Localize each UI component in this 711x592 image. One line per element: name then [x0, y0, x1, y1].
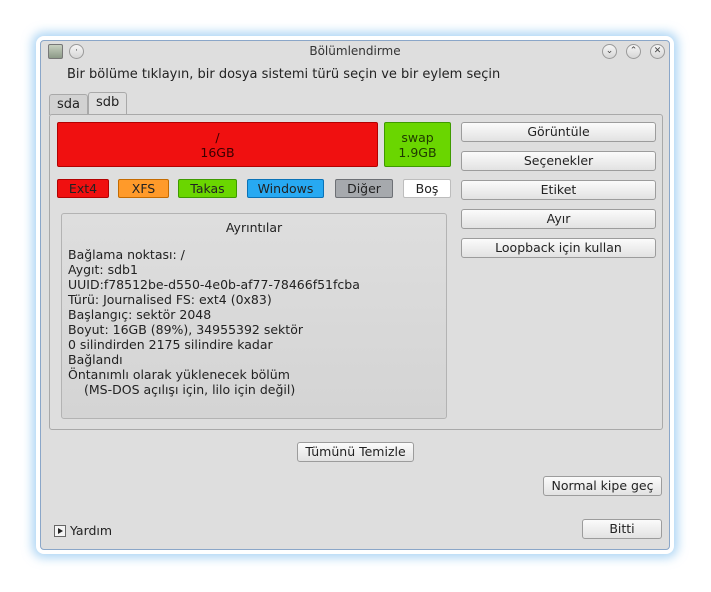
detail-device: Aygıt: sdb1	[68, 262, 138, 277]
partition-swap-size: 1.9GB	[398, 145, 437, 160]
help-label: Yardım	[70, 523, 113, 538]
detail-cylinders: 0 silindirden 2175 silindire kadar	[68, 337, 273, 352]
partition-root-name: /	[215, 130, 220, 145]
minimize-icon[interactable]: ⌄	[602, 44, 617, 59]
normal-mode-button[interactable]: Normal kipe geç	[543, 476, 662, 496]
detail-size: Boyut: 16GB (89%), 34955392 sektör	[68, 322, 303, 337]
legend-takas[interactable]: Takas	[178, 179, 237, 198]
partitioning-window: · Bölümlendirme ⌄ ⌃ ✕ Bir bölüme tıklayı…	[40, 40, 670, 550]
view-button[interactable]: Görüntüle	[461, 122, 656, 142]
detail-uuid: UUID:f78512be-d550-4e0b-af77-78466f51fcb…	[68, 277, 360, 292]
maximize-icon[interactable]: ⌃	[626, 44, 641, 59]
detail-mounted: Bağlandı	[68, 352, 123, 367]
details-body: Bağlama noktası: / Aygıt: sdb1 UUID:f785…	[68, 247, 360, 397]
partition-root[interactable]: / 16GB	[57, 122, 378, 167]
legend-xfs[interactable]: XFS	[118, 179, 169, 198]
detail-default-boot: Öntanımlı olarak yüklenecek bölüm	[68, 367, 290, 382]
window-title: Bölümlendirme	[309, 44, 401, 58]
close-icon[interactable]: ✕	[650, 44, 665, 59]
done-button[interactable]: Bitti	[582, 519, 662, 539]
loopback-button[interactable]: Loopback için kullan	[461, 238, 656, 258]
detail-start: Başlangıç: sektör 2048	[68, 307, 212, 322]
unmount-button[interactable]: Ayır	[461, 209, 656, 229]
instruction-text: Bir bölüme tıklayın, bir dosya sistemi t…	[67, 67, 501, 82]
legend-windows[interactable]: Windows	[247, 179, 324, 198]
partition-root-size: 16GB	[200, 145, 235, 160]
tab-sdb[interactable]: sdb	[88, 92, 128, 116]
titlebar: · Bölümlendirme ⌄ ⌃ ✕	[41, 41, 669, 63]
details-title: Ayrıntılar	[225, 220, 283, 235]
clear-all-button[interactable]: Tümünü Temizle	[297, 442, 414, 462]
detail-boot-note: (MS-DOS açılışı için, lilo için değil)	[84, 382, 296, 397]
expand-arrow-icon[interactable]	[54, 525, 66, 537]
detail-type: Türü: Journalised FS: ext4 (0x83)	[68, 292, 272, 307]
detail-mount-point: Bağlama noktası: /	[68, 247, 185, 262]
legend-diger[interactable]: Diğer	[335, 179, 393, 198]
help-toggle[interactable]: Yardım	[54, 523, 112, 538]
partition-swap[interactable]: swap 1.9GB	[384, 122, 451, 167]
details-box: Ayrıntılar Bağlama noktası: / Aygıt: sdb…	[61, 213, 447, 419]
partition-swap-name: swap	[401, 130, 434, 145]
legend-ext4[interactable]: Ext4	[57, 179, 109, 198]
options-button[interactable]: Seçenekler	[461, 151, 656, 171]
tab-sda[interactable]: sda	[49, 94, 88, 115]
label-button[interactable]: Etiket	[461, 180, 656, 200]
legend-bos[interactable]: Boş	[403, 179, 451, 198]
